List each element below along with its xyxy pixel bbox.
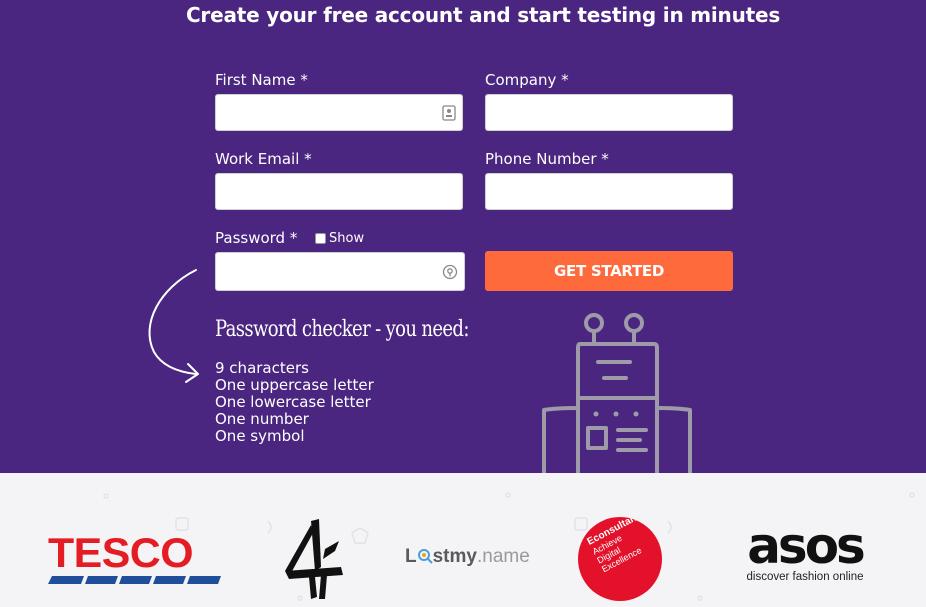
requirement-item: One lowercase letter	[215, 393, 371, 411]
password-key-icon[interactable]	[442, 264, 458, 280]
show-password-toggle[interactable]: Show	[315, 231, 364, 246]
channel-4-logo	[285, 519, 343, 599]
requirement-item: 9 characters	[215, 359, 309, 377]
work-email-label: Work Email *	[215, 150, 312, 168]
get-started-button[interactable]: GET STARTED	[485, 251, 733, 291]
first-name-input[interactable]	[216, 95, 462, 130]
econsultancy-logo: Econsultancy Achieve Digital Excellence	[578, 517, 662, 601]
client-logos-strip: TESCO Lstmy.name Econsultancy Achieve Di…	[0, 473, 926, 607]
work-email-field[interactable]	[215, 173, 463, 210]
password-label: Password *	[215, 229, 298, 247]
contact-card-icon[interactable]	[442, 104, 456, 121]
lostmy-domain: .name	[476, 546, 530, 567]
signup-hero: Create your free account and start testi…	[0, 0, 926, 474]
tesco-logo: TESCO	[48, 532, 224, 585]
password-checker-title: Password checker - you need:	[215, 317, 469, 342]
asos-logo: asos discover fashion online	[734, 521, 876, 583]
password-field[interactable]	[215, 252, 465, 291]
lostmy-letter-l: L	[405, 546, 417, 567]
show-password-label: Show	[329, 231, 365, 246]
phone-label: Phone Number *	[485, 150, 609, 168]
page-headline: Create your free account and start testi…	[185, 3, 781, 27]
requirement-item: One symbol	[215, 427, 305, 445]
phone-number-input[interactable]	[486, 174, 732, 209]
phone-number-field[interactable]	[485, 173, 733, 210]
asos-wordmark: asos	[747, 517, 866, 575]
tesco-wordmark: TESCO	[48, 529, 194, 576]
robot-illustration	[542, 313, 692, 474]
company-label: Company *	[485, 71, 569, 89]
company-input[interactable]	[486, 95, 732, 130]
show-password-checkbox[interactable]	[315, 233, 326, 244]
magnifier-icon	[417, 549, 433, 564]
first-name-label: First Name *	[215, 71, 308, 89]
asos-tagline: discover fashion online	[746, 571, 864, 583]
company-field[interactable]	[485, 94, 733, 131]
requirement-item: One uppercase letter	[215, 376, 374, 394]
work-email-input[interactable]	[216, 174, 462, 209]
password-input[interactable]	[216, 253, 464, 290]
first-name-field[interactable]	[215, 94, 463, 131]
requirement-item: One number	[215, 410, 309, 428]
lostmy-text: stmy	[432, 546, 477, 567]
tesco-stripes	[48, 576, 221, 584]
lostmy-name-logo: Lstmy.name	[405, 546, 530, 568]
curved-arrow-icon	[148, 269, 199, 383]
